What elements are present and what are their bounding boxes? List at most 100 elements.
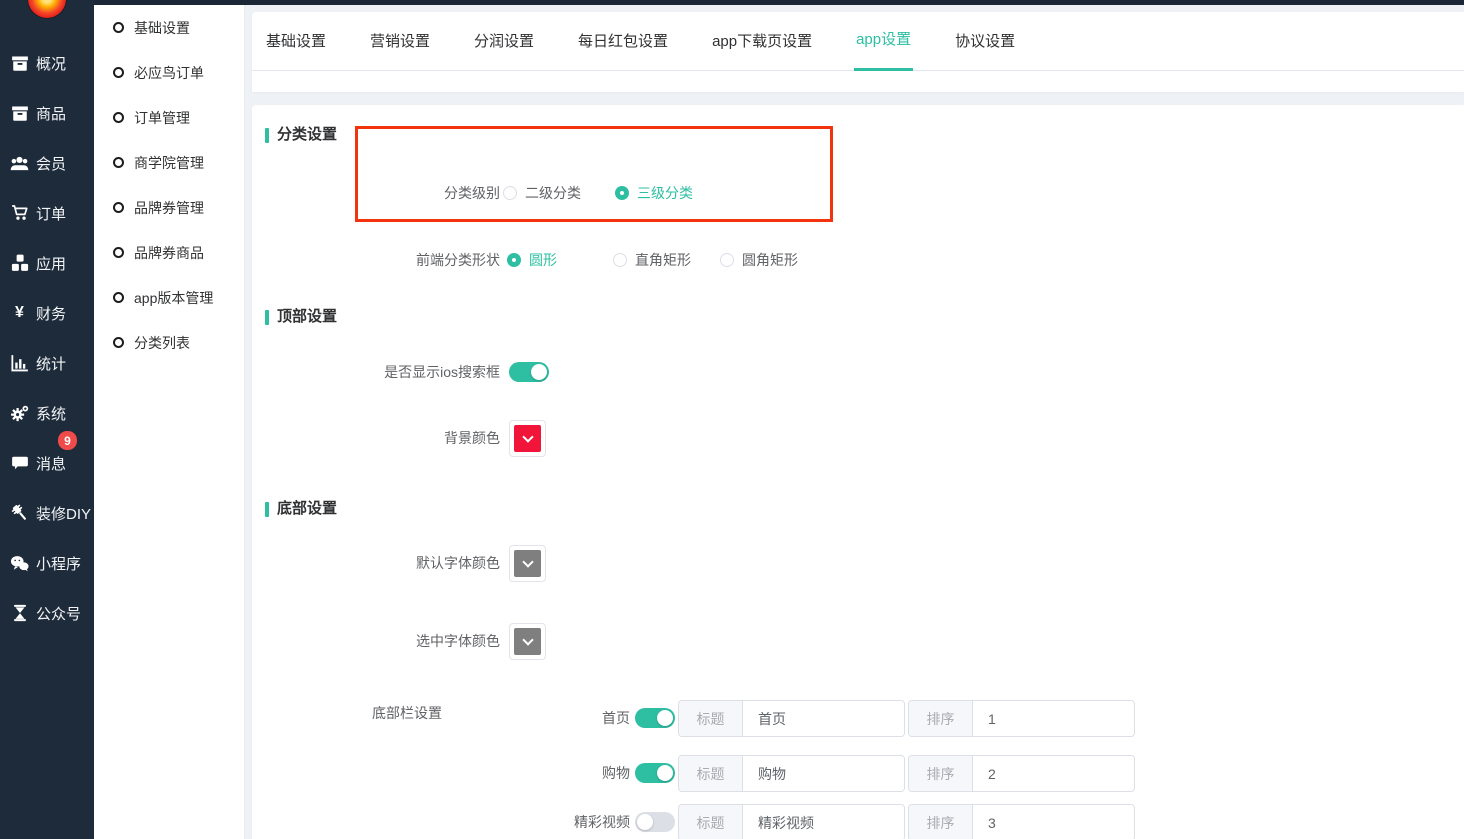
radio-option-three-level[interactable]: 三级分类: [615, 183, 693, 203]
orders-cart-icon: [10, 204, 29, 223]
toggle-knob: [657, 710, 673, 726]
chevron-down-icon: [522, 634, 533, 645]
title-input[interactable]: [743, 701, 905, 736]
sort-prepend-label: 排序: [909, 701, 973, 736]
sidebar-item-label: 装修DIY: [36, 503, 91, 524]
sidebar-item-orders[interactable]: 订单: [0, 188, 94, 238]
finance-yen-icon: ¥: [10, 304, 29, 323]
circle-icon: [113, 22, 124, 33]
sidebar-item-label: 消息: [36, 453, 66, 474]
circle-icon: [113, 67, 124, 78]
sidebar-item-label: 应用: [36, 253, 66, 274]
sidebar-item-goods[interactable]: 商品: [0, 88, 94, 138]
bar-row-toggle[interactable]: [635, 763, 675, 783]
bottom-bar-row-videos: 精彩视频 标题 排序: [252, 804, 1352, 839]
members-users-icon: [10, 154, 29, 173]
sidebar-item-finance[interactable]: ¥ 财务: [0, 288, 94, 338]
sort-prepend-label: 排序: [909, 805, 973, 839]
sidebar-item-label: 订单: [36, 203, 66, 224]
sidebar-item-label: 财务: [36, 303, 66, 324]
sidebar-item-stats[interactable]: 统计: [0, 338, 94, 388]
submenu-item-biyingniao-orders[interactable]: 必应鸟订单: [94, 50, 244, 95]
tab-marketing-settings[interactable]: 营销设置: [368, 12, 432, 71]
sidebar-item-official-account[interactable]: 公众号: [0, 588, 94, 638]
radio-icon: [613, 253, 627, 267]
app-logo: [28, 0, 66, 18]
overview-box-icon: [10, 54, 29, 73]
selected-font-color-picker[interactable]: [509, 623, 546, 660]
sidebar-item-label: 公众号: [36, 603, 81, 624]
section-title: 顶部设置: [277, 309, 337, 325]
radio-option-circle[interactable]: 圆形: [507, 250, 557, 270]
apps-cubes-icon: [10, 254, 29, 273]
miniprogram-wechat-icon: [10, 554, 29, 573]
default-font-color-picker[interactable]: [509, 545, 546, 582]
radio-option-square-rect[interactable]: 直角矩形: [613, 250, 691, 270]
chevron-down-icon: [522, 431, 533, 442]
submenu-item-business-school[interactable]: 商学院管理: [94, 140, 244, 185]
radio-option-label: 圆形: [529, 250, 557, 270]
bg-color-picker[interactable]: [509, 420, 546, 457]
submenu-item-brand-coupon-goods[interactable]: 品牌券商品: [94, 230, 244, 275]
submenu-item-app-version[interactable]: app版本管理: [94, 275, 244, 320]
section-marker: [265, 502, 269, 517]
chevron-down-icon: [522, 556, 533, 567]
sort-input[interactable]: [973, 756, 1135, 791]
color-swatch: [514, 550, 541, 577]
goods-box-icon: [10, 104, 29, 123]
sort-input[interactable]: [973, 701, 1135, 736]
submenu-item-order-management[interactable]: 订单管理: [94, 95, 244, 140]
tab-daily-redpacket-settings[interactable]: 每日红包设置: [576, 12, 670, 71]
radio-option-rounded-rect[interactable]: 圆角矩形: [720, 250, 798, 270]
system-gears-icon: [10, 404, 29, 423]
title-input-group: 标题: [678, 755, 905, 792]
submenu-item-label: 必应鸟订单: [134, 63, 204, 83]
radio-option-label: 三级分类: [637, 183, 693, 203]
submenu-item-basic-settings[interactable]: 基础设置: [94, 5, 244, 50]
bottom-bar-row-shopping: 购物 标题 排序: [252, 755, 1352, 792]
sidebar-item-label: 小程序: [36, 553, 81, 574]
title-input[interactable]: [743, 805, 905, 839]
submenu-item-category-list[interactable]: 分类列表: [94, 320, 244, 365]
circle-icon: [113, 157, 124, 168]
radio-option-label: 直角矩形: [635, 250, 691, 270]
main-nav: 概况 商品 会员 订单 应用 ¥ 财务 统计 系统: [0, 38, 94, 638]
sort-input[interactable]: [973, 805, 1135, 839]
tab-app-download-settings[interactable]: app下载页设置: [710, 12, 814, 71]
toggle-knob: [657, 765, 673, 781]
selected-font-color-label: 选中字体颜色: [252, 631, 500, 651]
sidebar-item-system[interactable]: 系统: [0, 388, 94, 438]
submenu-item-brand-coupon-management[interactable]: 品牌券管理: [94, 185, 244, 230]
bar-row-toggle[interactable]: [635, 708, 675, 728]
section-title: 底部设置: [277, 501, 337, 517]
bar-row-toggle[interactable]: [635, 812, 675, 832]
tab-profit-settings[interactable]: 分润设置: [472, 12, 536, 71]
stats-chart-icon: [10, 354, 29, 373]
sort-prepend-label: 排序: [909, 756, 973, 791]
top-header-strip: [0, 0, 1464, 5]
title-input[interactable]: [743, 756, 905, 791]
main-content-area: 基础设置 营销设置 分润设置 每日红包设置 app下载页设置 app设置 协议设…: [245, 5, 1464, 839]
decorate-hammer-icon: [10, 504, 29, 523]
sidebar-item-decorate-diy[interactable]: 装修DIY: [0, 488, 94, 538]
radio-icon: [720, 253, 734, 267]
sidebar-item-label: 概况: [36, 53, 66, 74]
submenu-item-label: 品牌券商品: [134, 243, 204, 263]
radio-option-two-level[interactable]: 二级分类: [503, 183, 581, 203]
section-header-category: 分类设置: [265, 127, 337, 143]
circle-icon: [113, 202, 124, 213]
sidebar-item-label: 会员: [36, 153, 66, 174]
sort-input-group: 排序: [908, 804, 1135, 839]
sidebar-item-messages[interactable]: 9 消息: [0, 438, 94, 488]
sidebar-item-apps[interactable]: 应用: [0, 238, 94, 288]
sidebar-item-overview[interactable]: 概况: [0, 38, 94, 88]
sidebar-item-members[interactable]: 会员: [0, 138, 94, 188]
tab-basic-settings[interactable]: 基础设置: [264, 12, 328, 71]
ios-search-toggle[interactable]: [509, 362, 549, 382]
title-prepend-label: 标题: [679, 805, 743, 839]
category-level-label: 分类级别: [252, 183, 500, 203]
sidebar-item-miniprogram[interactable]: 小程序: [0, 538, 94, 588]
toggle-knob: [531, 364, 547, 380]
tab-agreement-settings[interactable]: 协议设置: [953, 12, 1017, 71]
tab-app-settings[interactable]: app设置: [854, 12, 913, 71]
